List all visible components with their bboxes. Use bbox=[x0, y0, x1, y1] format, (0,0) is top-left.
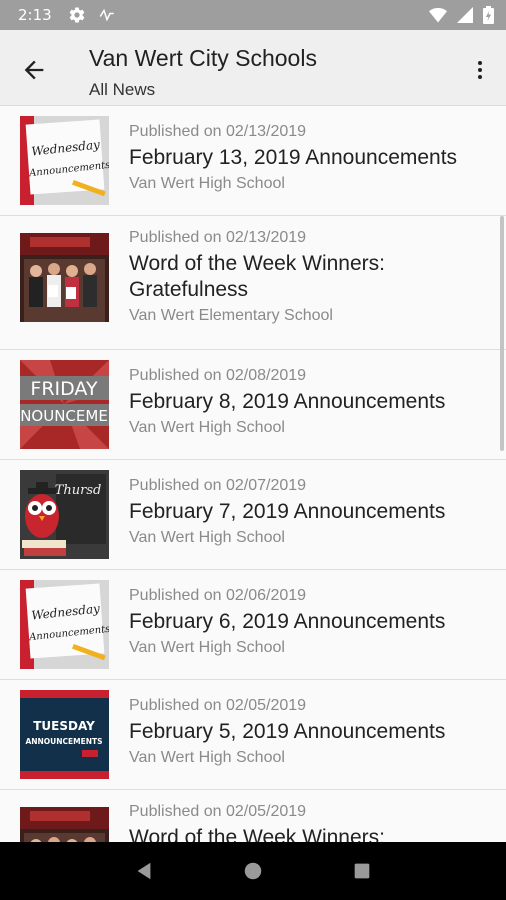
news-title: February 13, 2019 Announcements bbox=[129, 146, 458, 169]
status-time: 2:13 bbox=[18, 6, 52, 24]
page-subtitle: All News bbox=[89, 80, 156, 99]
news-date: Published on 02/13/2019 bbox=[129, 229, 307, 246]
news-item[interactable]: Thursd Published on 02/07/2019 February … bbox=[0, 460, 506, 570]
news-item-text: Published on 02/13/2019 Word of the Week… bbox=[129, 228, 486, 326]
news-date: Published on 02/06/2019 bbox=[129, 587, 307, 604]
news-title: February 5, 2019 Announcements bbox=[129, 720, 446, 743]
news-school: Van Wert High School bbox=[129, 175, 285, 192]
news-item[interactable]: Wednesday Announcements Published on 02/… bbox=[0, 106, 506, 216]
gear-icon bbox=[69, 7, 84, 23]
news-school: Van Wert High School bbox=[129, 419, 285, 436]
news-date: Published on 02/05/2019 bbox=[129, 697, 307, 714]
svg-text:TUESDAY: TUESDAY bbox=[33, 719, 95, 733]
news-item[interactable]: Wednesday Announcements Published on 02/… bbox=[0, 570, 506, 680]
news-item[interactable]: FRIDAY NNOUNCEMEN Published on 02/08/201… bbox=[0, 350, 506, 460]
news-date: Published on 02/05/2019 bbox=[129, 803, 307, 820]
news-title: Word of the Week Winners: bbox=[129, 826, 385, 842]
svg-text:NNOUNCEMEN: NNOUNCEMEN bbox=[20, 407, 109, 425]
news-school: Van Wert Elementary School bbox=[129, 307, 333, 324]
news-item-text: Published on 02/07/2019 February 7, 2019… bbox=[129, 476, 486, 548]
system-nav-bar bbox=[0, 842, 506, 900]
status-bar: 2:13 bbox=[0, 0, 506, 30]
scrollbar[interactable] bbox=[500, 216, 504, 451]
news-item[interactable]: TUESDAY ANNOUNCEMENTS Published on 02/05… bbox=[0, 680, 506, 790]
tuesday-announcements-thumbnail: TUESDAY ANNOUNCEMENTS bbox=[20, 690, 109, 779]
wednesday-announcements-thumbnail: Wednesday Announcements bbox=[20, 580, 109, 669]
news-item-text: Published on 02/06/2019 February 6, 2019… bbox=[129, 586, 486, 658]
news-school: Van Wert High School bbox=[129, 529, 285, 546]
home-circle-icon[interactable] bbox=[242, 860, 264, 882]
news-title: February 7, 2019 Announcements bbox=[129, 500, 446, 523]
battery-icon bbox=[483, 6, 494, 24]
news-item-text: Published on 02/05/2019 Word of the Week… bbox=[129, 802, 486, 842]
svg-text:ANNOUNCEMENTS: ANNOUNCEMENTS bbox=[25, 737, 102, 746]
thursday-owl-thumbnail: Thursd bbox=[20, 470, 109, 559]
news-date: Published on 02/13/2019 bbox=[129, 123, 307, 140]
app-bar: Van Wert City Schools All News bbox=[0, 30, 506, 106]
news-date: Published on 02/07/2019 bbox=[129, 477, 307, 494]
news-date: Published on 02/08/2019 bbox=[129, 367, 307, 384]
signal-strength-icon bbox=[99, 8, 114, 22]
recents-square-icon[interactable] bbox=[351, 860, 373, 882]
news-item-text: Published on 02/05/2019 February 5, 2019… bbox=[129, 696, 486, 768]
more-vert-icon[interactable] bbox=[468, 58, 492, 82]
news-list[interactable]: Wednesday Announcements Published on 02/… bbox=[0, 106, 506, 842]
arrow-left-icon[interactable] bbox=[20, 56, 48, 84]
news-item[interactable]: Published on 02/13/2019 Word of the Week… bbox=[0, 216, 506, 350]
news-title: Word of the Week Winners: Gratefulness bbox=[129, 252, 385, 301]
students-photo-thumbnail bbox=[20, 233, 109, 322]
news-school: Van Wert High School bbox=[129, 749, 285, 766]
wednesday-announcements-thumbnail: Wednesday Announcements bbox=[20, 116, 109, 205]
news-school: Van Wert High School bbox=[129, 639, 285, 656]
friday-announcements-thumbnail: FRIDAY NNOUNCEMEN bbox=[20, 360, 109, 449]
cellular-icon bbox=[457, 7, 473, 23]
news-title: February 8, 2019 Announcements bbox=[129, 390, 446, 413]
back-triangle-icon[interactable] bbox=[133, 860, 155, 882]
svg-text:FRIDAY: FRIDAY bbox=[30, 378, 98, 400]
page-title: Van Wert City Schools bbox=[89, 45, 317, 71]
wifi-icon bbox=[429, 7, 447, 23]
news-title: February 6, 2019 Announcements bbox=[129, 610, 446, 633]
news-item-text: Published on 02/08/2019 February 8, 2019… bbox=[129, 366, 486, 438]
svg-text:Thursd: Thursd bbox=[55, 483, 102, 498]
news-item-text: Published on 02/13/2019 February 13, 201… bbox=[129, 122, 486, 194]
students-photo-thumbnail bbox=[20, 807, 109, 842]
news-item[interactable]: Published on 02/05/2019 Word of the Week… bbox=[0, 790, 506, 842]
